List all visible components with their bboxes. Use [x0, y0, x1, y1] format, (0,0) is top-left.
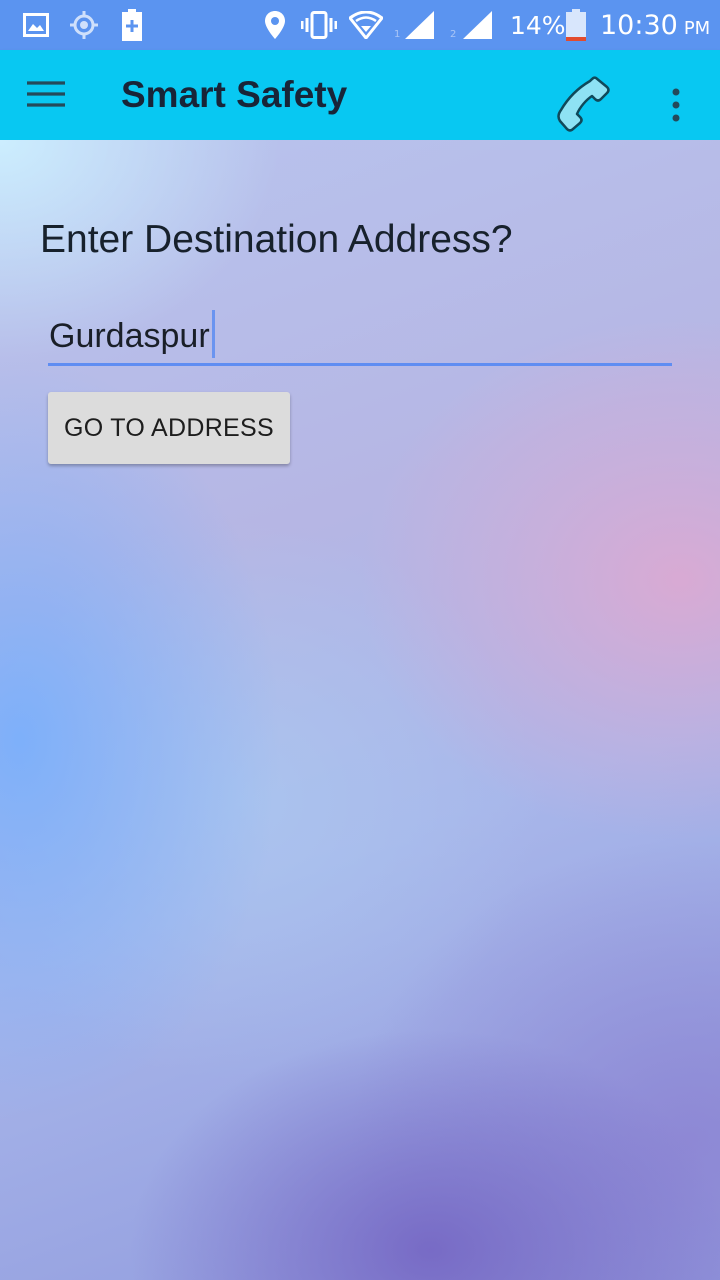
app-title: Smart Safety — [121, 74, 348, 115]
gallery-icon — [22, 0, 50, 50]
address-input-value: Gurdaspur — [49, 310, 215, 358]
wifi-icon — [348, 0, 384, 50]
vibrate-icon — [300, 0, 338, 50]
menu-icon — [26, 79, 66, 113]
gps-icon — [68, 0, 100, 50]
address-text: Gurdaspur — [49, 316, 210, 355]
menu-button[interactable] — [26, 74, 86, 118]
more-vert-icon — [656, 88, 696, 132]
sim1-label: 1 — [394, 28, 401, 40]
signal-icon — [404, 0, 436, 50]
clock-time: 10:30 — [600, 9, 678, 41]
clock-ampm: PM — [683, 17, 711, 39]
phone-icon — [552, 76, 614, 138]
content-area: Enter Destination Address? Gurdaspur GO … — [0, 140, 720, 1280]
app-bar: Smart Safety — [0, 50, 720, 140]
location-icon — [262, 0, 288, 50]
battery-icon — [564, 0, 588, 50]
battery-percent: 14% — [510, 10, 566, 40]
address-input[interactable]: Gurdaspur — [48, 300, 672, 366]
status-bar: 1 2 14% 10:30 PM — [0, 0, 720, 50]
call-button[interactable] — [552, 72, 618, 138]
go-to-address-button[interactable]: GO TO ADDRESS — [48, 392, 290, 464]
overflow-menu-button[interactable] — [656, 78, 696, 128]
battery-saver-icon — [120, 0, 144, 50]
sim2-label: 2 — [450, 28, 457, 40]
destination-prompt: Enter Destination Address? — [40, 218, 513, 261]
text-cursor — [211, 310, 215, 358]
clock: 10:30 PM — [600, 0, 710, 50]
signal-icon — [462, 0, 494, 50]
